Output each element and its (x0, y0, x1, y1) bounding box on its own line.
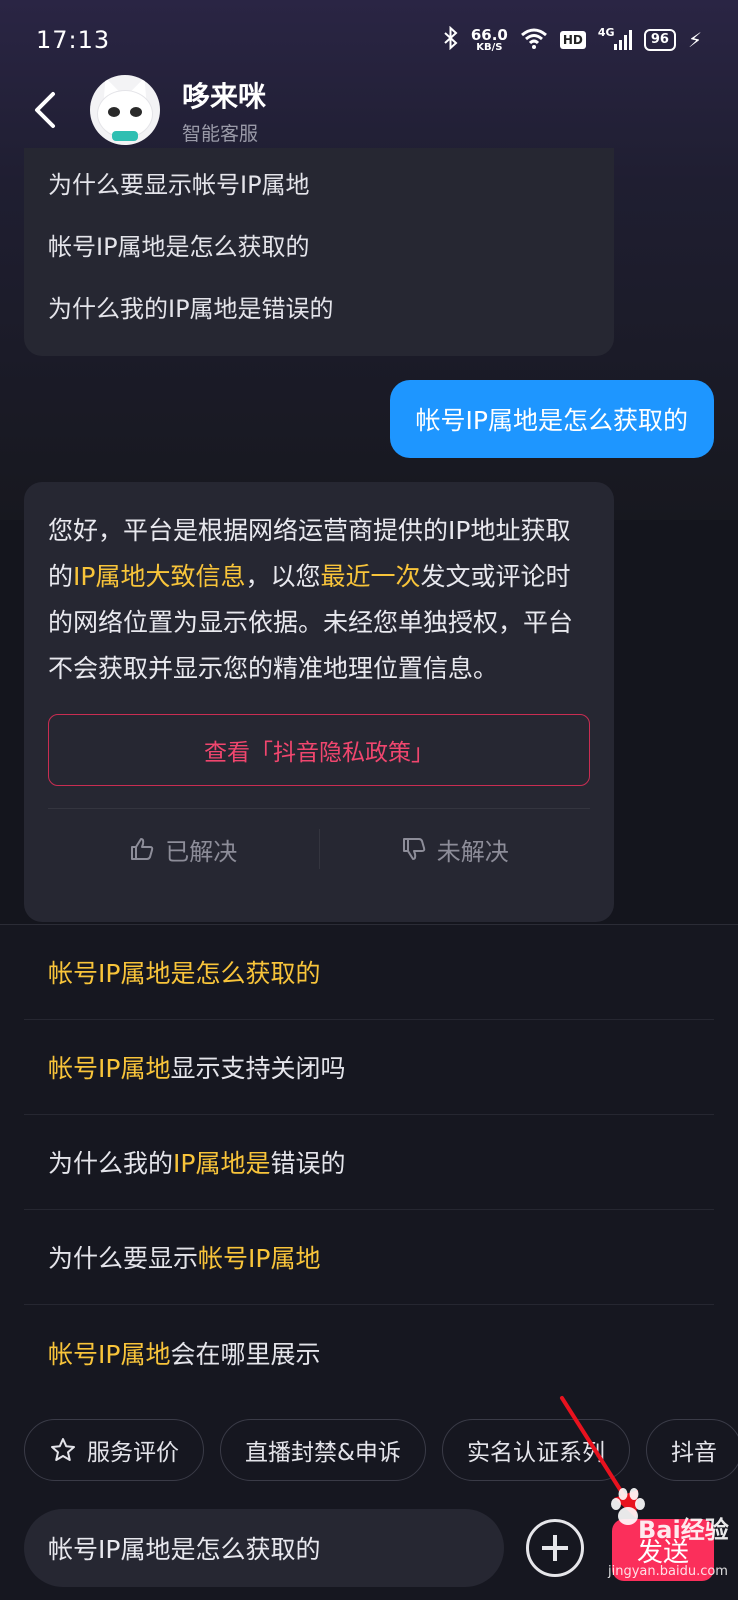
faq-item[interactable]: 为什么我的IP属地是错误的 (24, 294, 614, 356)
watermark-brand: Bai经验 (638, 1516, 729, 1544)
feedback-row: 已解决 未解决 (48, 809, 590, 889)
page-subtitle: 智能客服 (182, 122, 259, 145)
suggestion-text: 错误的 (270, 1149, 346, 1178)
suggestion-item[interactable]: 帐号IP属地 会在哪里展示 (24, 1305, 714, 1400)
chip-service-rating[interactable]: 服务评价 (24, 1419, 204, 1481)
suggestion-list: 帐号IP属地是怎么获取的 帐号IP属地 显示支持关闭吗 为什么我的 IP属地是 错误的 为什… (0, 925, 738, 1400)
answer-highlight: IP属地大致信息 (73, 562, 246, 591)
message-input[interactable]: 帐号IP属地是怎么获取的 (24, 1509, 504, 1587)
hd-badge: HD (559, 31, 586, 49)
suggestion-highlight: IP属地是 (173, 1149, 271, 1178)
suggestion-item[interactable]: 帐号IP属地 显示支持关闭吗 (24, 1020, 714, 1115)
faq-item[interactable]: 为什么要显示帐号IP属地 (24, 170, 614, 232)
chevron-left-icon (35, 92, 55, 128)
status-icons: 66.0 KB/S HD 4G 96 ⚡ (443, 25, 702, 55)
chip-douyin[interactable]: 抖音 (645, 1419, 738, 1481)
chip-live-ban-appeal[interactable]: 直播封禁&申诉 (220, 1419, 426, 1481)
bluetooth-icon (443, 25, 459, 55)
suggestion-highlight: 帐号IP属地 (48, 1054, 171, 1083)
back-button[interactable] (0, 70, 90, 150)
suggestion-highlight: 帐号IP属地是怎么获取的 (48, 959, 321, 988)
avatar[interactable] (90, 75, 160, 145)
privacy-policy-button[interactable]: 查看「抖音隐私政策」 (48, 714, 590, 786)
watermark-url: jingyan.baidu.com (608, 1564, 728, 1579)
user-message-bubble: 帐号IP属地是怎么获取的 (389, 380, 714, 458)
baidu-watermark: Bai经验 jingyan.baidu.com (600, 1480, 732, 1590)
suggestion-text: 显示支持关闭吗 (170, 1054, 346, 1083)
add-attachment-button[interactable] (526, 1519, 584, 1577)
suggestion-highlight: 帐号IP属地 (48, 1339, 171, 1369)
answer-highlight: 最近一次 (320, 562, 421, 591)
bot-answer-bubble: 您好，平台是根据网络运营商提供的IP地址获取的IP属地大致信息，以您最近一次发文… (24, 482, 614, 922)
page-title: 哆来咪 (182, 79, 267, 113)
suggestion-text: 会在哪里展示 (170, 1339, 321, 1369)
thumbs-up-icon (131, 838, 154, 860)
suggestion-highlight: 帐号IP属地 (198, 1244, 321, 1273)
wifi-icon (520, 27, 548, 54)
battery-icon: 96 (643, 29, 676, 51)
faq-card: 为什么要显示帐号IP属地 帐号IP属地是怎么获取的 为什么我的IP属地是错误的 (24, 148, 614, 356)
answer-text: 您好，平台是根据网络运营商提供的IP地址获取的IP属地大致信息，以您最近一次发文… (48, 516, 574, 683)
chat-header: 哆来咪 智能客服 (0, 70, 738, 150)
resolved-button[interactable]: 已解决 (48, 832, 319, 867)
faq-item[interactable]: 帐号IP属地是怎么获取的 (24, 232, 614, 294)
star-icon (51, 1438, 75, 1461)
signal-icon: 4G (598, 26, 632, 50)
suggestion-text: 为什么要显示 (48, 1244, 199, 1273)
suggestion-item[interactable]: 为什么我的 IP属地是 错误的 (24, 1115, 714, 1210)
suggestion-text: 为什么我的 (48, 1149, 174, 1178)
charging-icon: ⚡ (687, 28, 702, 52)
thumbs-down-icon (402, 838, 425, 860)
network-speed: 66.0 KB/S (470, 25, 508, 53)
status-bar: 17:13 66.0 KB/S HD 4G 96 ⚡ (0, 0, 738, 80)
status-time: 17:13 (36, 26, 111, 54)
suggestion-item[interactable]: 帐号IP属地是怎么获取的 (24, 925, 714, 1020)
suggestion-item[interactable]: 为什么要显示 帐号IP属地 (24, 1210, 714, 1305)
header-titles: 哆来咪 智能客服 (182, 75, 266, 146)
unresolved-button[interactable]: 未解决 (320, 832, 591, 867)
